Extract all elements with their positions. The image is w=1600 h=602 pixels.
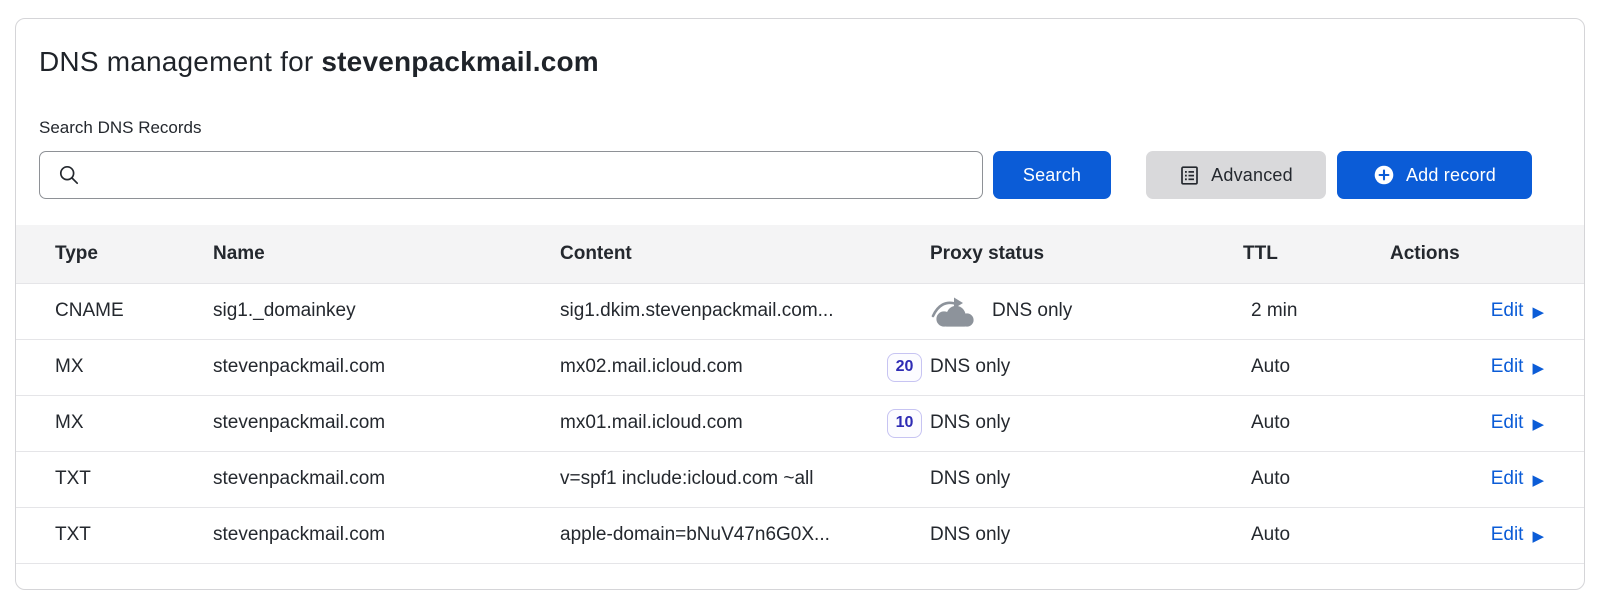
domain-name: stevenpackmail.com: [321, 46, 599, 77]
cell-actions: Edit▶: [1390, 395, 1584, 451]
advanced-button-label: Advanced: [1211, 165, 1293, 186]
search-label: Search DNS Records: [39, 118, 1561, 138]
cell-actions: Edit▶: [1390, 451, 1584, 507]
list-document-icon: [1179, 165, 1200, 186]
cell-record-type: MX: [16, 339, 213, 395]
dns-toolbar: Search Advanced A: [39, 151, 1561, 199]
cell-record-type: MX: [16, 395, 213, 451]
cell-record-name: sig1._domainkey: [213, 283, 560, 339]
cell-actions: Edit▶: [1390, 339, 1584, 395]
cell-ttl: Auto: [1243, 339, 1390, 395]
edit-link[interactable]: Edit▶: [1491, 468, 1544, 490]
page-title: DNS management for stevenpackmail.com: [39, 46, 1561, 78]
column-header-proxy-status: Proxy status: [930, 225, 1243, 283]
priority-badge: 20: [887, 353, 922, 382]
cell-record-name: stevenpackmail.com: [213, 395, 560, 451]
search-input[interactable]: [80, 152, 970, 198]
table-row: CNAME sig1._domainkey sig1.dkim.stevenpa…: [16, 283, 1584, 339]
cell-record-content: mx02.mail.icloud.com 20: [560, 339, 930, 395]
cell-proxy-status: DNS only: [930, 395, 1243, 451]
cell-record-name: stevenpackmail.com: [213, 507, 560, 563]
cell-actions: Edit▶: [1390, 507, 1584, 563]
column-header-type: Type: [16, 225, 213, 283]
add-record-button[interactable]: Add record: [1337, 151, 1532, 199]
dns-only-cloud-icon: [930, 295, 976, 328]
cell-actions: Edit▶: [1390, 283, 1584, 339]
advanced-button[interactable]: Advanced: [1146, 151, 1326, 199]
cell-record-name: stevenpackmail.com: [213, 451, 560, 507]
cell-proxy-status: DNS only: [930, 283, 1243, 339]
cell-record-content: v=spf1 include:icloud.com ~all: [560, 451, 930, 507]
cell-record-content: sig1.dkim.stevenpackmail.com...: [560, 283, 930, 339]
edit-link[interactable]: Edit▶: [1491, 356, 1544, 378]
cell-record-name: stevenpackmail.com: [213, 339, 560, 395]
cell-record-type: TXT: [16, 507, 213, 563]
cell-record-content: mx01.mail.icloud.com 10: [560, 395, 930, 451]
cell-ttl: 2 min: [1243, 283, 1390, 339]
cell-ttl: Auto: [1243, 451, 1390, 507]
chevron-right-icon: ▶: [1532, 417, 1544, 432]
search-input-box[interactable]: [39, 151, 983, 199]
table-header-row: Type Name Content Proxy status TTL Actio…: [16, 225, 1584, 283]
page-title-prefix: DNS management for: [39, 46, 321, 77]
cell-proxy-status: DNS only: [930, 339, 1243, 395]
column-header-actions: Actions: [1390, 225, 1584, 283]
cell-ttl: Auto: [1243, 507, 1390, 563]
table-row: TXT stevenpackmail.com apple-domain=bNuV…: [16, 507, 1584, 563]
edit-link[interactable]: Edit▶: [1491, 524, 1544, 546]
column-header-ttl: TTL: [1243, 225, 1390, 283]
cell-ttl: Auto: [1243, 395, 1390, 451]
cell-record-type: CNAME: [16, 283, 213, 339]
column-header-name: Name: [213, 225, 560, 283]
cell-proxy-status: DNS only: [930, 507, 1243, 563]
table-row: TXT stevenpackmail.com v=spf1 include:ic…: [16, 451, 1584, 507]
add-record-button-label: Add record: [1406, 165, 1496, 186]
chevron-right-icon: ▶: [1532, 473, 1544, 488]
priority-badge: 10: [887, 409, 922, 438]
table-row: MX stevenpackmail.com mx01.mail.icloud.c…: [16, 395, 1584, 451]
chevron-right-icon: ▶: [1532, 361, 1544, 376]
search-icon: [58, 164, 80, 186]
chevron-right-icon: ▶: [1532, 305, 1544, 320]
cell-record-content: apple-domain=bNuV47n6G0X...: [560, 507, 930, 563]
edit-link[interactable]: Edit▶: [1491, 300, 1544, 322]
cell-record-type: TXT: [16, 451, 213, 507]
chevron-right-icon: ▶: [1532, 529, 1544, 544]
dns-management-card: DNS management for stevenpackmail.com Se…: [15, 18, 1585, 590]
cell-proxy-status: DNS only: [930, 451, 1243, 507]
edit-link[interactable]: Edit▶: [1491, 412, 1544, 434]
plus-circle-icon: [1373, 164, 1395, 186]
search-button[interactable]: Search: [993, 151, 1111, 199]
dns-records-table: Type Name Content Proxy status TTL Actio…: [16, 225, 1584, 564]
column-header-content: Content: [560, 225, 930, 283]
table-row: MX stevenpackmail.com mx02.mail.icloud.c…: [16, 339, 1584, 395]
